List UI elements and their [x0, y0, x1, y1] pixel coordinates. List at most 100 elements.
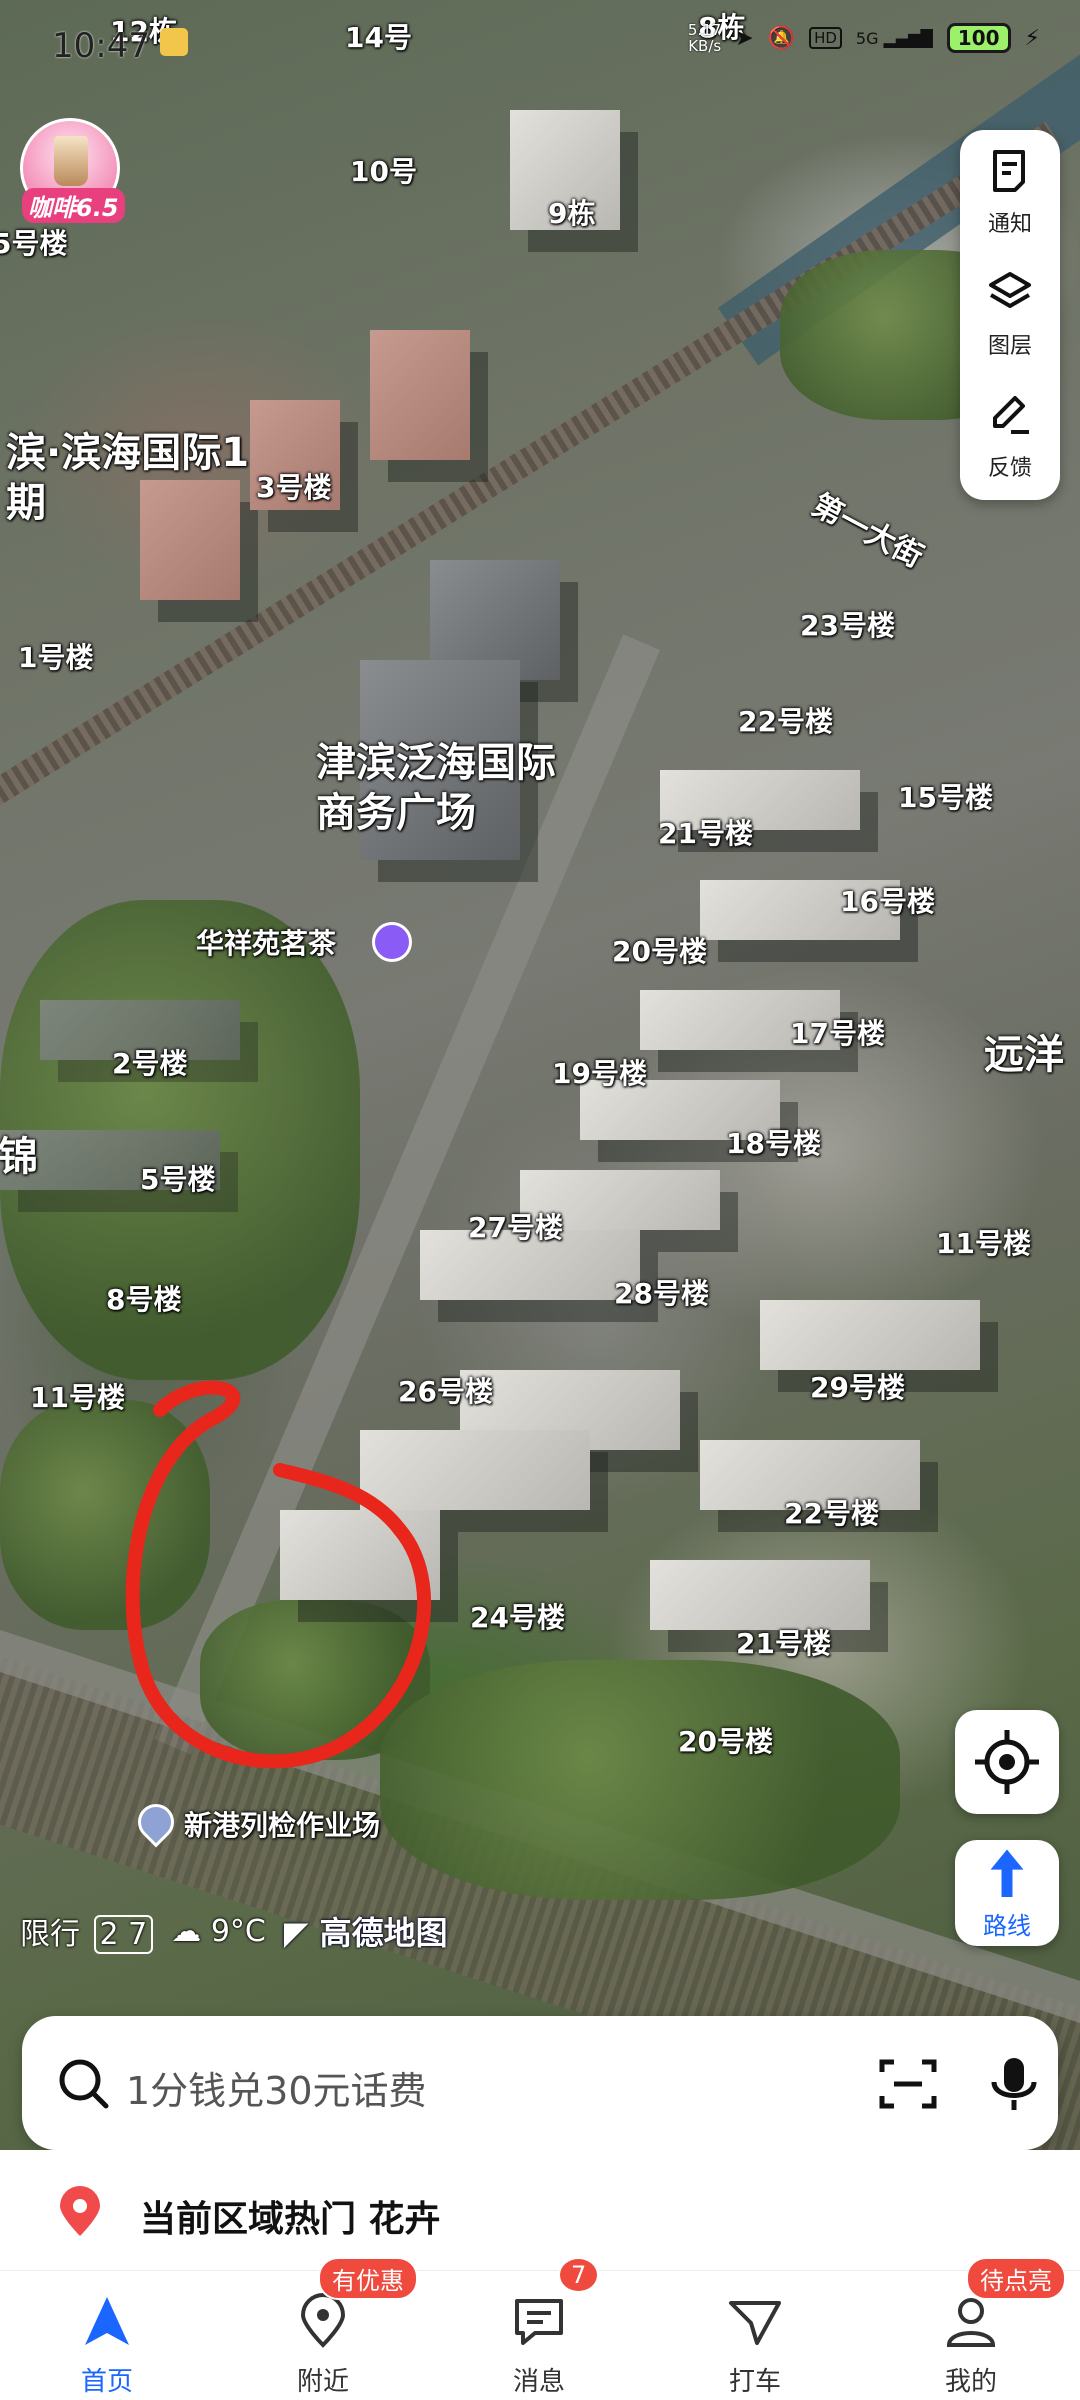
- hot-area-text: 当前区域热门 花卉: [140, 2199, 441, 2240]
- route-label: 路线: [983, 1912, 1031, 1940]
- map-label-building[interactable]: 27号楼: [468, 1206, 563, 1246]
- map-label-building[interactable]: 16号楼: [840, 880, 935, 920]
- home-arrow-icon: [85, 2297, 129, 2345]
- nav-home[interactable]: 首页: [32, 2271, 182, 2400]
- message-icon: [515, 2299, 563, 2345]
- taxi-icon: [729, 2301, 781, 2345]
- nav-nearby[interactable]: 附近 有优惠: [248, 2257, 418, 2400]
- weather-info[interactable]: ☁ 9°C: [171, 1914, 266, 1949]
- nav-mine[interactable]: 我的 待点亮: [896, 2257, 1066, 2400]
- search-bar[interactable]: 1分钱兑30元话费: [22, 2016, 1058, 2150]
- battery-icon: 100: [946, 23, 1011, 53]
- map-label-building[interactable]: 28号楼: [614, 1272, 709, 1312]
- mute-icon: 🔕: [767, 25, 796, 51]
- map-label-area[interactable]: 锦: [0, 1124, 38, 1182]
- search-icon: [59, 2059, 109, 2109]
- map-label-place[interactable]: 津滨泛海国际商务广场: [316, 738, 566, 838]
- map-label-building[interactable]: 21号楼: [658, 812, 753, 852]
- map-label-building[interactable]: 17号楼: [790, 1012, 885, 1052]
- weather-temp: 9°C: [210, 1913, 266, 1949]
- net-speed-value: 5.17: [687, 21, 722, 39]
- amap-logo-text: 高德地图: [319, 1914, 448, 1952]
- map-tool-panel: 通知 图层 反馈: [960, 130, 1060, 500]
- feedback-button[interactable]: 反馈: [960, 374, 1060, 494]
- restriction-label: 限行: [20, 1917, 80, 1952]
- restriction-numbers: 2 7: [93, 1915, 154, 1954]
- net-speed-unit: KB/s: [688, 37, 722, 55]
- restriction-info[interactable]: 限行 2 7: [20, 1909, 154, 1954]
- map-label-building[interactable]: 5号楼: [0, 222, 67, 262]
- amap-logo: ◤ 高德地图: [284, 1908, 448, 1954]
- notice-icon: [993, 150, 1025, 192]
- map-label-building[interactable]: 22号楼: [784, 1492, 879, 1532]
- map-label-building[interactable]: 23号楼: [800, 604, 895, 644]
- red-circle-annotation: [125, 1380, 432, 1769]
- map-label-building[interactable]: 18号楼: [726, 1122, 821, 1162]
- map-label-building[interactable]: 10号: [350, 150, 417, 190]
- map-label-building[interactable]: 8号楼: [106, 1278, 181, 1318]
- profile-icon: [946, 2298, 996, 2347]
- locate-target-icon: [975, 1730, 1039, 1794]
- network-type: 5G: [855, 28, 879, 48]
- nearby-badge: 有优惠: [318, 2257, 418, 2300]
- map-label-building[interactable]: 29号楼: [810, 1366, 905, 1406]
- scan-icon[interactable]: [878, 2056, 938, 2112]
- layers-icon: [989, 272, 1031, 308]
- notice-label: 通知: [987, 212, 1032, 237]
- nav-taxi-label: 打车: [728, 2367, 781, 2397]
- messages-badge: 7: [558, 2257, 600, 2293]
- net-speed: 5.17 KB/s: [688, 22, 721, 54]
- map-info-bar: 限行 2 7 ☁ 9°C ◤ 高德地图: [20, 1908, 448, 1954]
- location-pin-icon: [60, 2186, 100, 2236]
- map-label-building[interactable]: 5号楼: [140, 1158, 215, 1198]
- locate-me-button[interactable]: [955, 1710, 1059, 1814]
- building: [760, 1300, 980, 1370]
- cloud-icon: ☁: [171, 1913, 202, 1949]
- hot-area-row[interactable]: 当前区域热门 花卉: [0, 2150, 1080, 2270]
- satellite-map[interactable]: 12栋 14号 8栋 10号 9栋 5号楼 滨·滨海国际1期 3号楼 第一大街 …: [0, 0, 1080, 2150]
- map-label-building[interactable]: 11号楼: [30, 1376, 125, 1416]
- route-button[interactable]: 路线: [955, 1840, 1059, 1946]
- edit-pencil-icon: [993, 396, 1029, 434]
- notification-app-icon: [160, 28, 188, 56]
- map-label-building[interactable]: 19号楼: [552, 1052, 647, 1092]
- tea-shop-poi-icon[interactable]: [372, 922, 412, 962]
- map-label-building[interactable]: 2号楼: [112, 1042, 187, 1082]
- map-label-building[interactable]: 15号楼: [898, 776, 993, 816]
- map-label-building[interactable]: 24号楼: [470, 1596, 565, 1636]
- coffee-cup-icon: [54, 136, 88, 186]
- map-label-area[interactable]: 滨·滨海国际1期: [6, 428, 256, 528]
- nearby-pin-icon: [300, 2293, 346, 2348]
- map-label-building[interactable]: 21号楼: [736, 1622, 831, 1662]
- microphone-icon[interactable]: [986, 2054, 1042, 2114]
- map-label-building[interactable]: 1号楼: [18, 636, 93, 676]
- nav-home-label: 首页: [80, 2367, 133, 2397]
- building: [370, 330, 470, 460]
- charging-icon: ⚡: [1024, 25, 1040, 51]
- feedback-label: 反馈: [987, 456, 1032, 481]
- map-label-building[interactable]: 11号楼: [936, 1222, 1031, 1262]
- map-label-poi[interactable]: 华祥苑茗茶: [196, 922, 336, 962]
- map-label-area[interactable]: 远洋: [984, 1022, 1064, 1080]
- map-label-building[interactable]: 9栋: [548, 192, 595, 232]
- status-time: 10:47: [52, 26, 150, 66]
- nav-taxi[interactable]: 打车: [680, 2271, 830, 2400]
- hd-icon: HD: [809, 27, 842, 49]
- search-placeholder: 1分钱兑30元话费: [126, 2069, 427, 2113]
- nav-messages[interactable]: 消息 7: [464, 2257, 614, 2400]
- route-arrow-icon: [990, 1849, 1024, 1898]
- bottom-nav: 首页 附近 有优惠 消息 7 打车 我的 待点亮: [0, 2257, 1080, 2400]
- map-label-poi[interactable]: 新港列检作业场: [184, 1804, 380, 1844]
- map-label-building[interactable]: 3号楼: [256, 466, 331, 506]
- coffee-promo-button[interactable]: 咖啡6.5: [20, 118, 130, 228]
- map-label-building[interactable]: 22号楼: [738, 700, 833, 740]
- map-label-street[interactable]: 第一大街: [806, 481, 933, 576]
- building: [650, 1560, 870, 1630]
- nav-mine-label: 我的: [944, 2367, 997, 2397]
- map-label-building[interactable]: 20号楼: [612, 930, 707, 970]
- layers-button[interactable]: 图层: [960, 252, 1060, 372]
- map-label-building[interactable]: 20号楼: [678, 1720, 773, 1760]
- nav-messages-label: 消息: [512, 2367, 565, 2397]
- status-bar: 10:47 5.17 KB/s ➤ 🔕 HD 5G ▂▄▆█ 100 ⚡: [0, 0, 1080, 90]
- notice-button[interactable]: 通知: [960, 130, 1060, 250]
